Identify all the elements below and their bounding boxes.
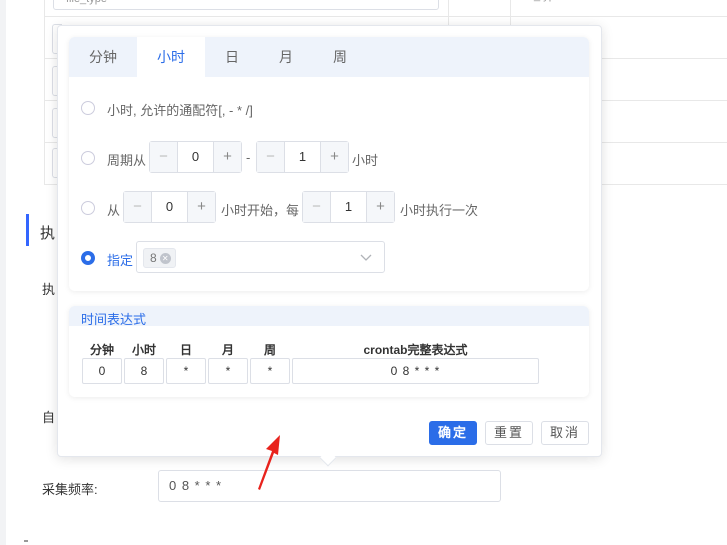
expr-header-hour: 小时 [131,343,156,357]
divider [24,540,28,542]
frequency-label: 采集频率: [42,482,98,497]
interval-mid: 小时开始，每 [221,203,300,218]
cycle-from-value[interactable]: 0 [178,142,213,172]
expr-header-month: 月 [221,343,234,357]
tab-hour[interactable]: 小时 [137,37,205,77]
plus-icon[interactable]: + [366,192,394,222]
form-label: 自 [42,410,56,425]
table-row-line [44,16,727,17]
chevron-down-icon[interactable] [360,252,372,262]
expr-month-field[interactable]: * [208,358,248,384]
tab-month[interactable]: 月 [259,37,313,77]
selected-tag: 8 ✕ [143,248,176,268]
radio-specify[interactable] [81,251,95,265]
table-cell-input[interactable]: file_type [53,0,439,10]
cycle-to-value[interactable]: 1 [285,142,320,172]
radio-cycle[interactable] [81,151,95,165]
radio-interval[interactable] [81,201,95,215]
table-cell-text: file_type [520,0,561,2]
cycle-to-stepper[interactable]: − 1 + [256,141,349,173]
expr-day-field[interactable]: * [166,358,206,384]
minus-icon[interactable]: − [257,142,285,172]
minus-icon[interactable]: − [150,142,178,172]
section-accent-bar [26,214,29,246]
tab-minute[interactable]: 分钟 [69,37,137,77]
interval-start-stepper[interactable]: − 0 + [123,191,216,223]
expr-crontab-field[interactable]: 0 8 * * * [292,358,539,384]
plus-icon[interactable]: + [213,142,241,172]
minus-icon[interactable]: − [303,192,331,222]
hour-multi-select[interactable]: 8 ✕ [136,241,385,273]
cycle-from-stepper[interactable]: − 0 + [149,141,242,173]
tab-week[interactable]: 周 [313,37,367,77]
cycle-separator: - [246,150,251,165]
specify-label: 指定 [107,253,134,268]
tab-day[interactable]: 日 [205,37,259,77]
close-icon[interactable]: ✕ [159,252,171,264]
plus-icon[interactable]: + [187,192,215,222]
expression-header [69,306,589,326]
radio-wildcard[interactable] [81,101,95,115]
expr-header-week: 周 [263,343,276,357]
confirm-button[interactable]: 确定 [429,421,477,445]
annotation-arrow-icon [258,435,280,490]
expr-hour-field[interactable]: 8 [124,358,164,384]
expr-week-field[interactable]: * [250,358,290,384]
cycle-prefix: 周期从 [107,153,147,168]
frequency-input[interactable]: 0 8 * * * [158,470,501,502]
wildcard-label: 小时, 允许的通配符[, - * /] [107,103,253,118]
expr-minute-field[interactable]: 0 [82,358,122,384]
section-title: 执 [40,225,56,242]
interval-step-value[interactable]: 1 [331,192,366,222]
expression-title: 时间表达式 [81,312,147,327]
interval-start-value[interactable]: 0 [152,192,187,222]
reset-button[interactable]: 重置 [485,421,533,445]
left-gutter [0,0,6,545]
expr-header-day: 日 [179,343,192,357]
interval-prefix: 从 [107,203,121,218]
expr-header-minute: 分钟 [89,343,114,357]
form-label: 执 [42,282,56,297]
interval-suffix: 小时执行一次 [400,203,479,218]
cancel-button[interactable]: 取消 [541,421,589,445]
tag-label: 8 [150,251,157,265]
plus-icon[interactable]: + [320,142,348,172]
minus-icon[interactable]: − [124,192,152,222]
expr-header-crontab: crontab完整表达式 [363,343,468,357]
interval-step-stepper[interactable]: − 1 + [302,191,395,223]
cycle-suffix: 小时 [352,153,379,168]
